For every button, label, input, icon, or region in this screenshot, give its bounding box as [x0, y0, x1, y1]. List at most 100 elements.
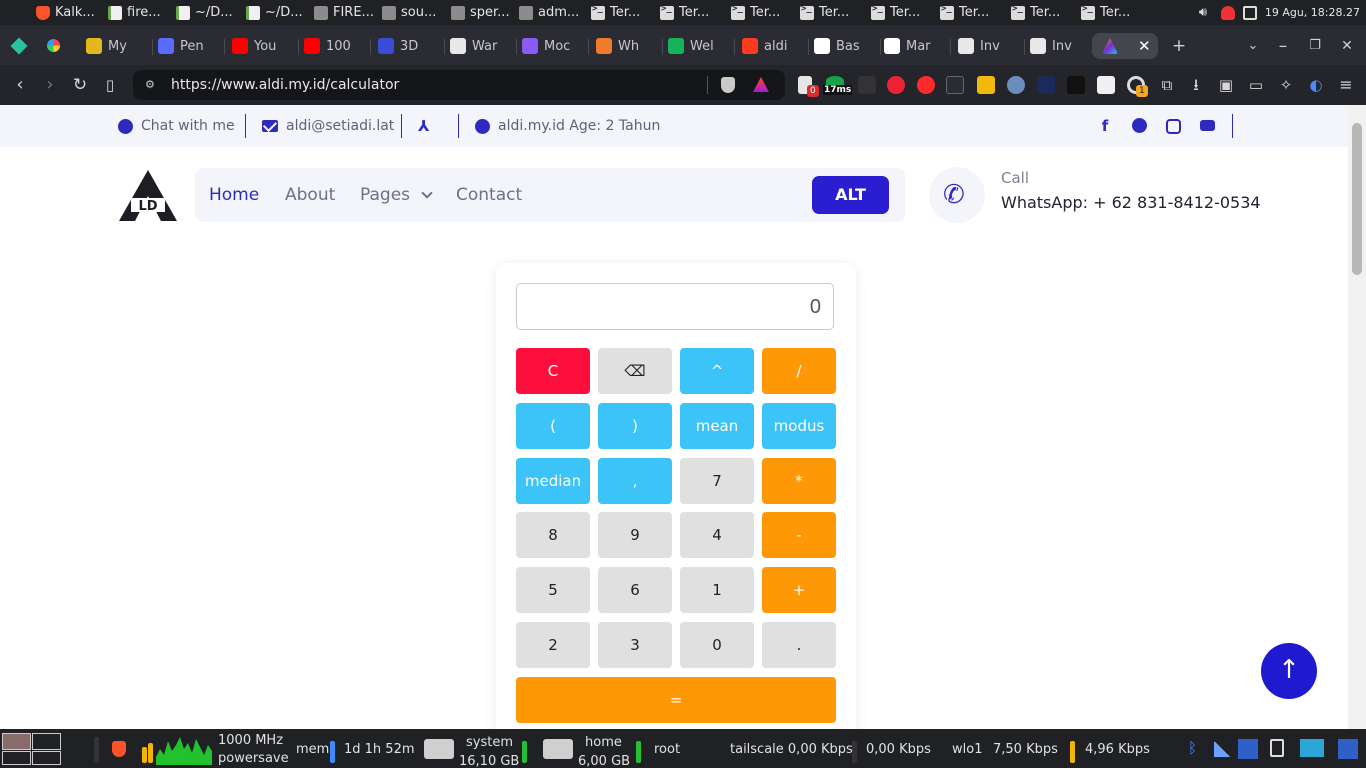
clipboard-tray-icon[interactable] — [1270, 739, 1284, 757]
extension-cursor-icon[interactable] — [1007, 76, 1025, 94]
nav-home[interactable]: Home — [209, 168, 259, 222]
browser-tab[interactable]: aldi — [742, 33, 804, 59]
taskbar-window[interactable]: fire... — [108, 0, 176, 25]
tray-expand-icon[interactable] — [1338, 739, 1358, 759]
extension-cookie-icon[interactable] — [858, 76, 876, 94]
browser-tab[interactable]: You — [232, 33, 294, 59]
browser-tab[interactable]: Moc — [522, 33, 584, 59]
address-bar[interactable]: ⚙ https://www.aldi.my.id/calculator — [133, 70, 785, 100]
taskbar-window[interactable]: Ter... — [731, 0, 799, 25]
extension-colorpick-icon[interactable] — [887, 76, 905, 94]
browser-tab[interactable]: Wh — [596, 33, 658, 59]
brave-shields-icon[interactable] — [721, 77, 735, 93]
calculator-key[interactable]: 2 — [516, 622, 590, 668]
taskbar-window[interactable]: Kalk... — [36, 0, 104, 25]
browser-tab[interactable]: 3D — [378, 33, 440, 59]
calculator-key[interactable]: 5 — [516, 567, 590, 613]
maximize-window-button[interactable]: ❐ — [1304, 35, 1326, 57]
calculator-key[interactable]: . — [762, 622, 836, 668]
browser-tab[interactable]: 100 — [304, 33, 366, 59]
extension-x-icon[interactable] — [1037, 76, 1055, 94]
calculator-key[interactable]: 6 — [598, 567, 672, 613]
tab-search-chevron-icon[interactable]: ⌄ — [1242, 35, 1264, 57]
chat-link[interactable]: Chat with me — [118, 105, 235, 147]
back-to-top-button[interactable]: ↑ — [1261, 643, 1317, 699]
network-manager-icon[interactable] — [1238, 739, 1258, 759]
calculator-key[interactable]: 7 — [680, 458, 754, 504]
extension-frame-icon[interactable] — [1097, 76, 1115, 94]
vpn-icon[interactable]: ◐ — [1304, 73, 1328, 97]
calculator-key[interactable]: modus — [762, 403, 836, 449]
leo-ai-icon[interactable]: ✧ — [1274, 73, 1298, 97]
taskbar-window[interactable]: Ter... — [591, 0, 659, 25]
taskbar-window[interactable]: Ter... — [940, 0, 1008, 25]
calculator-key[interactable]: / — [762, 348, 836, 394]
calculator-key[interactable]: + — [762, 567, 836, 613]
calculator-key[interactable]: 0 — [680, 622, 754, 668]
alt-button[interactable]: ALT — [812, 176, 889, 214]
taskbar-window[interactable]: FIRE... — [314, 0, 382, 25]
extensions-puzzle-icon[interactable]: ⧉ — [1155, 73, 1179, 97]
youtube-icon[interactable] — [1198, 117, 1216, 135]
minimize-window-button[interactable]: – — [1272, 35, 1294, 57]
calculator-key[interactable]: ( — [516, 403, 590, 449]
brave-rewards-icon[interactable] — [753, 77, 769, 92]
sidebar-toggle-icon[interactable]: ▣ — [1214, 73, 1238, 97]
main-menu-icon[interactable]: ≡ — [1334, 73, 1358, 97]
browser-tab[interactable]: Bas — [814, 33, 876, 59]
browser-tab[interactable]: Inv — [958, 33, 1020, 59]
taskbar-window[interactable]: ~/D... — [246, 0, 314, 25]
workspace-pager[interactable] — [2, 733, 74, 765]
tab-active-calculator[interactable]: ✕ — [1092, 33, 1158, 59]
taskbar-window[interactable]: Ter... — [800, 0, 868, 25]
calculator-key[interactable]: ⌫ — [598, 348, 672, 394]
calculator-key[interactable]: 1 — [680, 567, 754, 613]
facebook-icon[interactable]: f — [1096, 117, 1114, 135]
taskbar-window[interactable]: adm... — [519, 0, 587, 25]
brave-tray-icon[interactable] — [112, 741, 126, 757]
taskbar-window[interactable]: Ter... — [1011, 0, 1079, 25]
screen-tray-icon[interactable] — [1300, 739, 1324, 757]
taskbar-window[interactable]: Ter... — [660, 0, 728, 25]
calculator-key[interactable]: - — [762, 512, 836, 558]
extension-getcrx-icon[interactable] — [946, 76, 964, 94]
sprout-link[interactable]: ⅄ — [418, 105, 429, 147]
email-link[interactable]: aldi@setiadi.lat — [262, 105, 394, 147]
tab-close-icon[interactable]: ✕ — [1138, 37, 1151, 55]
key-equals[interactable]: = — [516, 677, 836, 723]
extension-wave-icon[interactable] — [1067, 76, 1085, 94]
page-scrollbar[interactable] — [1348, 105, 1366, 729]
nav-pages[interactable]: Pages — [360, 168, 434, 222]
taskbar-window[interactable]: sou... — [382, 0, 450, 25]
calculator-key[interactable]: 3 — [598, 622, 672, 668]
nav-contact[interactable]: Contact — [456, 168, 522, 222]
site-logo[interactable]: LD — [117, 168, 179, 223]
browser-tab[interactable]: Wel — [668, 33, 730, 59]
calculator-key[interactable]: 8 — [516, 512, 590, 558]
taskbar-window[interactable]: Ter... — [1081, 0, 1149, 25]
extension-flash-icon[interactable] — [917, 76, 935, 94]
volume-icon[interactable]: 🔊︎ — [1199, 5, 1213, 20]
downloads-icon[interactable]: ⭳ — [1184, 73, 1208, 97]
forward-button[interactable]: › — [38, 73, 62, 97]
wallet-icon[interactable]: ▭ — [1244, 73, 1268, 97]
telegram-social-icon[interactable] — [1130, 117, 1148, 135]
notification-bell-icon[interactable] — [1220, 5, 1235, 20]
signal-icon[interactable] — [1214, 741, 1230, 757]
taskbar-window[interactable]: sper... — [451, 0, 519, 25]
calculator-key[interactable]: C — [516, 348, 590, 394]
bookmark-button[interactable]: ▯ — [98, 73, 122, 97]
taskbar-window[interactable]: ~/D... — [176, 0, 244, 25]
calculator-key[interactable]: median — [516, 458, 590, 504]
bluetooth-icon[interactable]: ᛒ — [1188, 739, 1197, 757]
clock[interactable]: 19 Agu, 18:28.27 — [1265, 6, 1360, 19]
url-text[interactable]: https://www.aldi.my.id/calculator — [171, 70, 399, 100]
call-icon-wrapper[interactable]: ✆ — [929, 167, 985, 223]
extension-stack-icon[interactable] — [977, 76, 995, 94]
vertical-tabs-icon[interactable] — [8, 35, 30, 57]
calculator-key[interactable]: ) — [598, 403, 672, 449]
tab-group-icon[interactable] — [42, 35, 64, 57]
back-button[interactable]: ‹ — [8, 73, 32, 97]
browser-tab[interactable]: Mar — [884, 33, 946, 59]
browser-tab[interactable]: War — [450, 33, 512, 59]
